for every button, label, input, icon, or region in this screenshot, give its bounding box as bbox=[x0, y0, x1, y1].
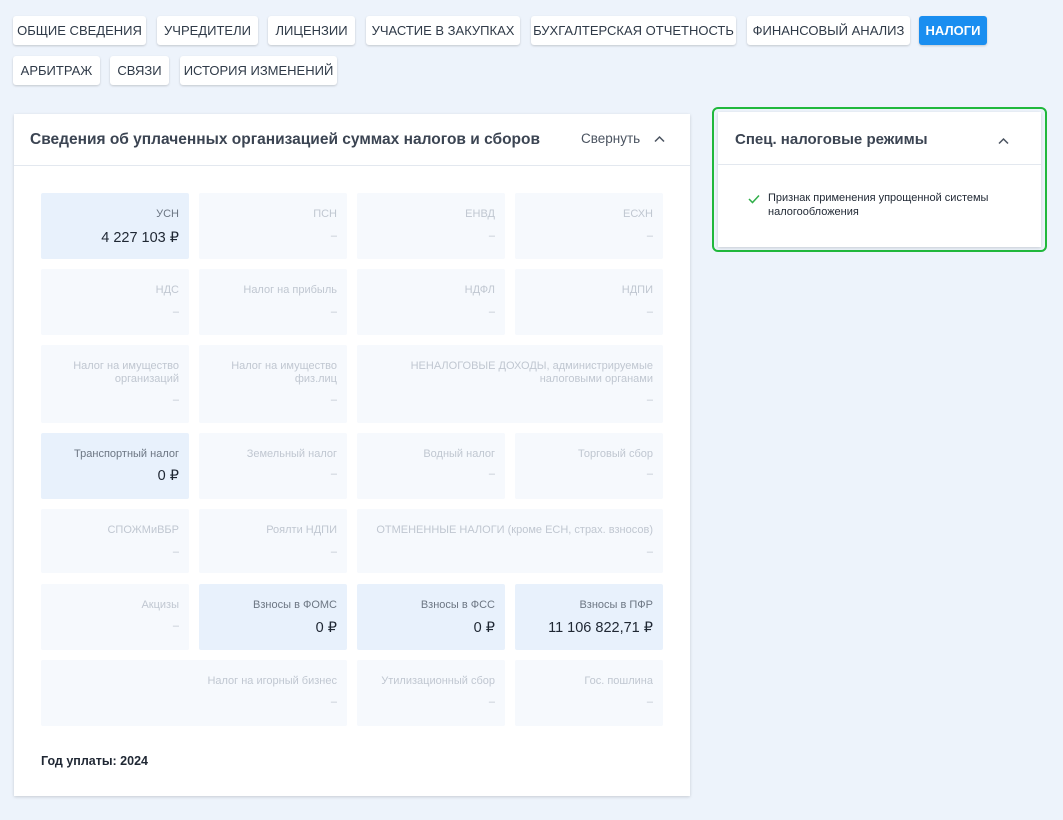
tax-value: – bbox=[172, 620, 179, 632]
tax-cell-ndpi: НДПИ – bbox=[515, 269, 663, 335]
taxes-card-header: Сведения об уплаченных организацией сумм… bbox=[14, 114, 690, 166]
tab-change-history[interactable]: ИСТОРИЯ ИЗМЕНЕНИЙ bbox=[180, 56, 337, 85]
tax-value: – bbox=[172, 394, 179, 406]
tax-value: – bbox=[646, 306, 653, 318]
tab-arbitration[interactable]: АРБИТРАЖ bbox=[13, 56, 100, 85]
collapse-label: Свернуть bbox=[581, 131, 641, 146]
tax-label: Налог на имущество физ.лиц bbox=[231, 360, 337, 385]
tax-cell-trade-fee: Торговый сбор – bbox=[515, 433, 663, 499]
tax-cell-usn: УСН 4 227 103 ₽ bbox=[41, 193, 189, 259]
tax-value: – bbox=[330, 230, 337, 242]
tax-value: – bbox=[172, 546, 179, 558]
tax-label: Налог на игорный бизнес bbox=[207, 675, 337, 687]
tax-cell-fss: Взносы в ФСС 0 ₽ bbox=[357, 584, 505, 650]
special-regimes-title: Спец. налоговые режимы bbox=[735, 131, 928, 148]
tax-label: НДФЛ bbox=[464, 284, 495, 296]
special-regimes-header: Спец. налоговые режимы bbox=[718, 112, 1041, 165]
tax-cell-water: Водный налог – bbox=[357, 433, 505, 499]
tax-label: Взносы в ПФР bbox=[579, 599, 653, 611]
tax-label: Налог на прибыль bbox=[243, 284, 337, 296]
tab-taxes[interactable]: НАЛОГИ bbox=[919, 16, 987, 45]
tax-value: 4 227 103 ₽ bbox=[101, 230, 179, 246]
tax-label: ОТМЕНЕННЫЕ НАЛОГИ (кроме ЕСН, страх. взн… bbox=[376, 524, 653, 536]
tax-value: – bbox=[488, 696, 495, 708]
tax-value: – bbox=[488, 230, 495, 242]
chevron-up-icon bbox=[998, 133, 1009, 148]
tax-cell-recycling-fee: Утилизационный сбор – bbox=[357, 660, 505, 726]
tax-value: – bbox=[646, 230, 653, 242]
tax-value: 11 106 822,71 ₽ bbox=[548, 620, 653, 636]
tax-cell-royalty-ndpi: Роялти НДПИ – bbox=[199, 509, 347, 573]
tax-label: Роялти НДПИ bbox=[266, 524, 337, 536]
tax-label: Взносы в ФОМС bbox=[253, 599, 337, 611]
tax-label: Торговый сбор bbox=[578, 448, 653, 460]
tab-financial-analysis[interactable]: ФИНАНСОВЫЙ АНАЛИЗ bbox=[747, 16, 910, 45]
tax-cell-excise: Акцизы – bbox=[41, 584, 189, 650]
special-regime-text: Признак применения упрощенной системы на… bbox=[768, 192, 989, 218]
tab-founders[interactable]: УЧРЕДИТЕЛИ bbox=[157, 16, 258, 45]
tax-cell-state-duty: Гос. пошлина – bbox=[515, 660, 663, 726]
tax-label: Взносы в ФСС bbox=[420, 599, 495, 611]
tax-value: – bbox=[330, 468, 337, 480]
tax-cell-profit: Налог на прибыль – bbox=[199, 269, 347, 335]
tab-general-info[interactable]: ОБЩИЕ СВЕДЕНИЯ bbox=[13, 16, 146, 45]
tax-cell-gambling: Налог на игорный бизнес – bbox=[41, 660, 347, 726]
tax-cell-property-individual: Налог на имущество физ.лиц – bbox=[199, 345, 347, 423]
tax-cell-envd: ЕНВД – bbox=[357, 193, 505, 259]
tax-value: – bbox=[646, 696, 653, 708]
tax-cell-foms: Взносы в ФОМС 0 ₽ bbox=[199, 584, 347, 650]
checkmark-icon bbox=[748, 193, 760, 207]
tax-value: 0 ₽ bbox=[315, 620, 337, 636]
tax-cell-land: Земельный налог – bbox=[199, 433, 347, 499]
tax-value: – bbox=[646, 468, 653, 480]
tax-label: НДС bbox=[155, 284, 179, 296]
tab-accounting-reports[interactable]: БУХГАЛТЕРСКАЯ ОТЧЕТНОСТЬ bbox=[531, 16, 736, 45]
tax-value: 0 ₽ bbox=[473, 620, 495, 636]
tax-value: – bbox=[488, 468, 495, 480]
tax-label: УСН bbox=[156, 208, 179, 220]
tax-label: Налог на имущество организаций bbox=[73, 360, 179, 385]
tax-label: Гос. пошлина bbox=[584, 675, 653, 687]
tax-cell-nds: НДС – bbox=[41, 269, 189, 335]
special-regimes-collapse-button[interactable] bbox=[998, 133, 1009, 148]
tax-label: Земельный налог bbox=[246, 448, 337, 460]
tax-value: – bbox=[646, 546, 653, 558]
tax-cell-spozhmivbr: СПОЖМиВБР – bbox=[41, 509, 189, 573]
tax-cell-transport: Транспортный налог 0 ₽ bbox=[41, 433, 189, 499]
payment-year: Год уплаты: 2024 bbox=[41, 754, 148, 768]
tax-cell-psn: ПСН – bbox=[199, 193, 347, 259]
tax-cell-cancelled-taxes: ОТМЕНЕННЫЕ НАЛОГИ (кроме ЕСН, страх. взн… bbox=[357, 509, 663, 573]
special-regimes-card: Спец. налоговые режимы Признак применени… bbox=[718, 112, 1041, 247]
tax-cell-ndfl: НДФЛ – bbox=[357, 269, 505, 335]
tax-value: – bbox=[488, 306, 495, 318]
tab-procurement[interactable]: УЧАСТИЕ В ЗАКУПКАХ bbox=[366, 16, 520, 45]
tax-cell-pfr: Взносы в ПФР 11 106 822,71 ₽ bbox=[515, 584, 663, 650]
tax-value: – bbox=[330, 394, 337, 406]
tax-label: ЕНВД bbox=[465, 208, 495, 220]
tax-value: – bbox=[330, 546, 337, 558]
tax-value: – bbox=[330, 306, 337, 318]
tax-label: НЕНАЛОГОВЫЕ ДОХОДЫ, администрируемые нал… bbox=[410, 360, 653, 385]
tax-cell-non-tax-income: НЕНАЛОГОВЫЕ ДОХОДЫ, администрируемые нал… bbox=[357, 345, 663, 423]
chevron-up-icon bbox=[654, 131, 665, 146]
tax-label: ПСН bbox=[313, 208, 337, 220]
tax-label: Транспортный налог bbox=[74, 448, 179, 460]
tax-label: Водный налог bbox=[423, 448, 495, 460]
tax-label: Утилизационный сбор bbox=[381, 675, 495, 687]
collapse-button[interactable]: Свернуть bbox=[581, 131, 665, 146]
tab-connections[interactable]: СВЯЗИ bbox=[110, 56, 169, 85]
tax-value: – bbox=[172, 306, 179, 318]
tax-value: – bbox=[646, 394, 653, 406]
tax-cell-property-org: Налог на имущество организаций – bbox=[41, 345, 189, 423]
tax-value: 0 ₽ bbox=[157, 468, 179, 484]
tab-licenses[interactable]: ЛИЦЕНЗИИ bbox=[268, 16, 355, 45]
tax-value: – bbox=[330, 696, 337, 708]
tax-label: Акцизы bbox=[141, 599, 179, 611]
taxes-card-title: Сведения об уплаченных организацией сумм… bbox=[30, 131, 541, 148]
tax-label: СПОЖМиВБР bbox=[107, 524, 179, 536]
tax-cell-eshn: ЕСХН – bbox=[515, 193, 663, 259]
tax-label: НДПИ bbox=[621, 284, 653, 296]
tax-label: ЕСХН bbox=[623, 208, 653, 220]
